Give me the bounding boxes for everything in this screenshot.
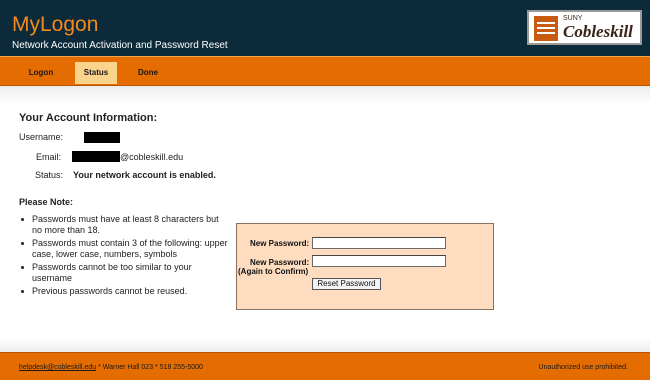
suny-cobleskill-logo: SUNY Cobleskill — [527, 10, 642, 45]
list-item: Passwords must contain 3 of the followin… — [21, 238, 231, 260]
list-item: Previous passwords cannot be reused. — [21, 286, 231, 297]
content-shade — [0, 86, 650, 104]
confirm-password-input[interactable] — [312, 255, 446, 267]
list-item: Passwords cannot be too similar to your … — [21, 262, 231, 284]
tab-logon[interactable]: Logon — [13, 62, 69, 84]
tab-done[interactable]: Done — [125, 62, 171, 84]
username-redacted — [84, 132, 120, 143]
list-item: Passwords must have at least 8 character… — [21, 214, 231, 236]
building-icon — [534, 16, 558, 41]
notes-title: Please Note: — [19, 197, 74, 207]
helpdesk-email-link[interactable]: helpdesk@cobleskill.edu — [19, 364, 96, 371]
password-rules-list: Passwords must have at least 8 character… — [21, 214, 231, 299]
username-label: Username: — [19, 132, 64, 142]
footer-contact: helpdesk@cobleskill.edu * Warner Hall 02… — [19, 363, 203, 372]
confirm-password-hint: (Again to Confirm) — [238, 267, 309, 276]
account-info-title: Your Account Information: — [19, 112, 158, 124]
header: MyLogon Network Account Activation and P… — [0, 0, 650, 56]
new-password-label: New Password: — [250, 239, 310, 248]
status-label: Status: — [35, 170, 64, 180]
nav-bar: Logon Status Done — [0, 56, 650, 86]
email-domain: @cobleskill.edu — [120, 152, 184, 162]
new-password-input[interactable] — [312, 237, 446, 249]
logo-name: Cobleskill — [563, 22, 633, 41]
reset-password-button[interactable]: Reset Password — [312, 278, 381, 290]
footer: helpdesk@cobleskill.edu * Warner Hall 02… — [0, 352, 650, 380]
footer-address: * Warner Hall 023 * 518 255-5000 — [96, 364, 203, 371]
footer-shade — [0, 338, 650, 352]
email-label: Email: — [36, 152, 62, 162]
email-redacted — [72, 151, 120, 162]
app-title: MyLogon — [12, 13, 99, 36]
status-value: Your network account is enabled. — [73, 170, 216, 180]
password-reset-form: New Password: New Password: (Again to Co… — [236, 223, 494, 310]
tab-status[interactable]: Status — [75, 62, 117, 84]
footer-notice: Unauthorized use prohibited. — [538, 364, 628, 371]
app-subtitle: Network Account Activation and Password … — [12, 40, 228, 51]
